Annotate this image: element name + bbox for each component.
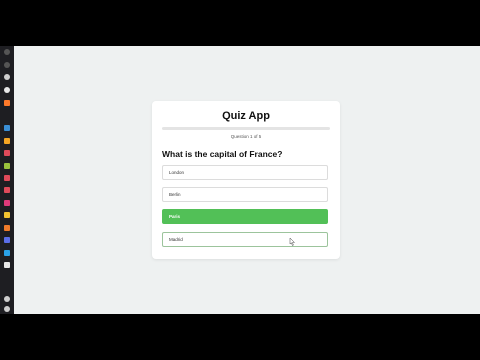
quiz-card: Quiz App Question 1 of 5 What is the cap… <box>152 101 340 259</box>
question-text: What is the capital of France? <box>162 149 283 159</box>
app-yellow-icon[interactable] <box>4 212 10 218</box>
option-london[interactable]: London <box>162 165 328 180</box>
settings-icon[interactable] <box>4 74 10 80</box>
app-dark-icon[interactable] <box>4 262 10 268</box>
terminal-icon[interactable] <box>4 125 10 131</box>
app-green-icon[interactable] <box>4 163 10 169</box>
close-icon[interactable] <box>4 49 10 55</box>
app-user-icon[interactable] <box>4 296 10 302</box>
app-red-icon-2[interactable] <box>4 175 10 181</box>
folder-icon[interactable] <box>4 138 10 144</box>
option-madrid[interactable]: Madrid <box>162 232 328 247</box>
app-twitter-icon[interactable] <box>4 250 10 256</box>
chrome-icon[interactable] <box>4 87 10 93</box>
app-settings-icon[interactable] <box>4 306 10 312</box>
app-viewport: Quiz App Question 1 of 5 What is the cap… <box>14 46 480 314</box>
app-pink-icon[interactable] <box>4 200 10 206</box>
question-number: Question 1 of 5 <box>230 134 262 139</box>
app-red-icon-3[interactable] <box>4 187 10 193</box>
progress-bar <box>162 127 330 130</box>
app-blue-icon[interactable] <box>4 237 10 243</box>
app-orange-icon[interactable] <box>4 225 10 231</box>
minus-icon[interactable] <box>4 62 10 68</box>
app-dock <box>0 46 14 314</box>
code-icon[interactable] <box>4 100 10 106</box>
option-paris[interactable]: Paris <box>162 209 328 224</box>
app-red-icon[interactable] <box>4 150 10 156</box>
mouse-cursor <box>289 238 295 246</box>
option-berlin[interactable]: Berlin <box>162 187 328 202</box>
quiz-title: Quiz App <box>222 110 270 122</box>
